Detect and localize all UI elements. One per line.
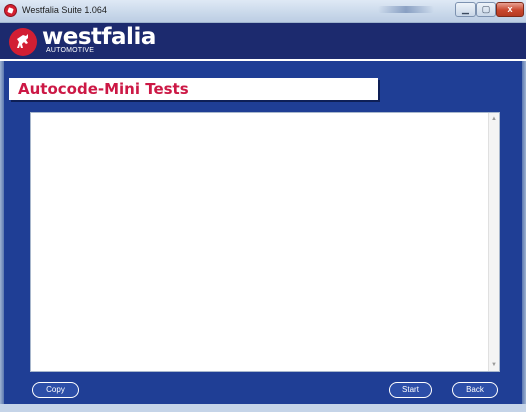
window-title: Westfalia Suite 1.064 (22, 5, 107, 15)
page-title-box: Autocode-Mini Tests (9, 78, 378, 100)
app-window: Westfalia Suite 1.064 ▁ ▢ x westfalia AU… (0, 0, 526, 412)
minimize-button[interactable]: ▁ (455, 2, 476, 17)
minimize-icon: ▁ (462, 4, 469, 14)
vertical-scrollbar[interactable]: ▲ ▼ (488, 113, 499, 371)
copy-button[interactable]: Copy (32, 382, 79, 398)
maximize-button[interactable]: ▢ (476, 2, 496, 17)
title-bar-highlight (378, 6, 434, 13)
scroll-down-icon[interactable]: ▼ (489, 360, 499, 370)
page-title: Autocode-Mini Tests (18, 80, 189, 98)
close-button[interactable]: x (496, 2, 524, 17)
back-button[interactable]: Back (452, 382, 498, 398)
maximize-icon: ▢ (481, 4, 491, 14)
start-button[interactable]: Start (389, 382, 432, 398)
brand-subtitle: AUTOMOTIVE (46, 47, 95, 54)
bottom-frame (0, 404, 526, 412)
output-text-area[interactable]: ▲ ▼ (30, 112, 500, 372)
scroll-up-icon[interactable]: ▲ (489, 114, 499, 124)
title-bar[interactable]: Westfalia Suite 1.064 ▁ ▢ x (0, 0, 526, 23)
horse-logo-icon (9, 28, 37, 56)
right-frame (522, 61, 526, 404)
brand-banner: westfalia AUTOMOTIVE (0, 23, 526, 61)
app-icon[interactable] (4, 4, 17, 17)
close-icon: x (507, 4, 513, 14)
